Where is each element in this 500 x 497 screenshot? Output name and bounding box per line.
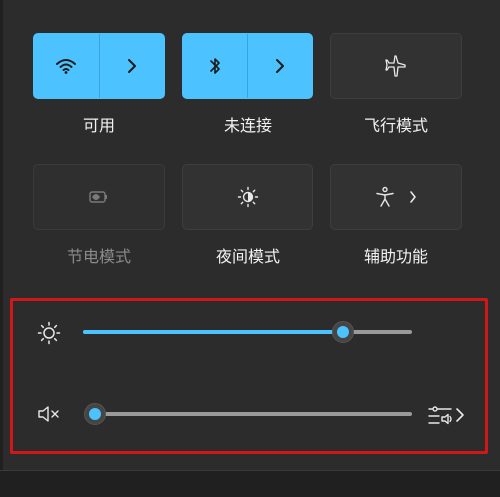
quick-settings-footer bbox=[0, 470, 500, 497]
wifi-toggle[interactable] bbox=[34, 34, 99, 98]
slider-highlight-box bbox=[10, 298, 488, 454]
accessibility-tile[interactable] bbox=[330, 164, 462, 230]
brightness-icon bbox=[37, 321, 61, 345]
chevron-right-icon bbox=[275, 58, 285, 74]
battery-saver-tile[interactable] bbox=[33, 164, 165, 230]
brightness-fill bbox=[83, 330, 343, 334]
wifi-tile[interactable] bbox=[33, 33, 165, 99]
battery-saver-icon bbox=[87, 188, 111, 206]
bluetooth-toggle[interactable] bbox=[183, 34, 247, 98]
chevron-right-icon bbox=[456, 408, 464, 422]
quick-settings-panel: 可用 未连接 飞行模式 节电模式 夜间模式 辅助功能 bbox=[0, 0, 500, 497]
wifi-expand-button[interactable] bbox=[100, 34, 165, 98]
audio-output-button[interactable] bbox=[427, 402, 467, 428]
volume-track[interactable] bbox=[95, 412, 412, 416]
airplane-mode-label: 飞行模式 bbox=[363, 116, 428, 135]
accessibility-icon bbox=[375, 186, 395, 208]
bluetooth-label: 未连接 bbox=[223, 116, 272, 135]
battery-saver-label: 节电模式 bbox=[66, 247, 131, 266]
panel-edge bbox=[0, 0, 3, 496]
speaker-muted-icon bbox=[37, 404, 63, 424]
bluetooth-tile[interactable] bbox=[182, 33, 313, 99]
brightness-thumb[interactable] bbox=[331, 321, 354, 343]
wifi-label: 可用 bbox=[82, 116, 115, 135]
airplane-icon bbox=[384, 55, 408, 77]
airplane-mode-tile[interactable] bbox=[330, 33, 462, 99]
night-light-label: 夜间模式 bbox=[215, 247, 280, 266]
night-light-tile[interactable] bbox=[182, 164, 313, 230]
chevron-right-icon bbox=[127, 58, 137, 74]
volume-thumb[interactable] bbox=[84, 403, 106, 425]
accessibility-label: 辅助功能 bbox=[363, 247, 428, 266]
audio-settings-icon bbox=[428, 406, 452, 425]
wifi-icon bbox=[55, 57, 77, 75]
bluetooth-icon bbox=[208, 56, 222, 76]
chevron-right-icon bbox=[409, 190, 417, 204]
bluetooth-expand-button[interactable] bbox=[248, 34, 312, 98]
night-light-icon bbox=[237, 186, 259, 208]
